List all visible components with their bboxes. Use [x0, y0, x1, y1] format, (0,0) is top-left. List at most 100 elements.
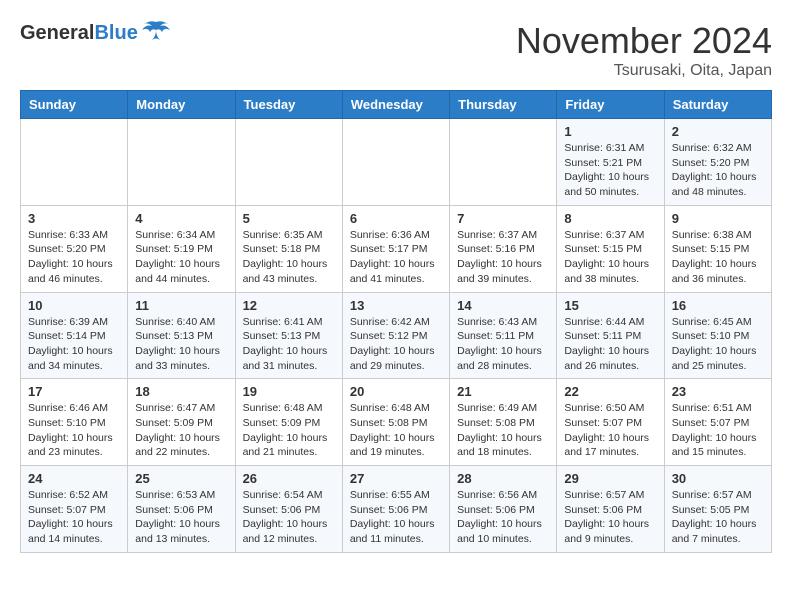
page-header: General Blue November 2024 Tsurusaki, Oi…	[20, 20, 772, 80]
day-number: 2	[672, 124, 764, 139]
weekday-header-saturday: Saturday	[664, 91, 771, 119]
calendar-cell: 29 Sunrise: 6:57 AM Sunset: 5:06 PM Dayli…	[557, 466, 664, 553]
day-info: Sunrise: 6:45 AM Sunset: 5:10 PM Dayligh…	[672, 315, 764, 374]
logo-bird-icon	[142, 20, 170, 47]
day-number: 29	[564, 471, 656, 486]
day-info: Sunrise: 6:43 AM Sunset: 5:11 PM Dayligh…	[457, 315, 549, 374]
day-number: 14	[457, 298, 549, 313]
calendar-week-row: 3Sunrise: 6:33 AM Sunset: 5:20 PM Daylig…	[21, 205, 772, 292]
day-info: Sunrise: 6:31 AM Sunset: 5:21 PM Dayligh…	[564, 141, 656, 200]
day-number: 30	[672, 471, 764, 486]
calendar-cell: 27 Sunrise: 6:55 AM Sunset: 5:06 PM Dayli…	[342, 466, 449, 553]
day-info: Sunrise: 6:34 AM Sunset: 5:19 PM Dayligh…	[135, 228, 227, 287]
calendar-week-row: 1 Sunrise: 6:31 AM Sunset: 5:21 PM Daylig…	[21, 119, 772, 206]
day-info: Sunrise: 6:51 AM Sunset: 5:07 PM Dayligh…	[672, 401, 764, 460]
day-info: Sunrise: 6:54 AM Sunset: 5:06 PM Dayligh…	[243, 488, 335, 547]
day-number: 21	[457, 384, 549, 399]
day-number: 11	[135, 298, 227, 313]
calendar-cell: 6Sunrise: 6:36 AM Sunset: 5:17 PM Daylig…	[342, 205, 449, 292]
day-number: 24	[28, 471, 120, 486]
calendar-cell: 9 Sunrise: 6:38 AM Sunset: 5:15 PM Daylig…	[664, 205, 771, 292]
day-info: Sunrise: 6:35 AM Sunset: 5:18 PM Dayligh…	[243, 228, 335, 287]
day-number: 23	[672, 384, 764, 399]
day-info: Sunrise: 6:33 AM Sunset: 5:20 PM Dayligh…	[28, 228, 120, 287]
day-number: 9	[672, 211, 764, 226]
day-info: Sunrise: 6:55 AM Sunset: 5:06 PM Dayligh…	[350, 488, 442, 547]
weekday-header-thursday: Thursday	[450, 91, 557, 119]
calendar-cell: 1 Sunrise: 6:31 AM Sunset: 5:21 PM Daylig…	[557, 119, 664, 206]
logo-general-text: General	[20, 22, 94, 45]
day-info: Sunrise: 6:46 AM Sunset: 5:10 PM Dayligh…	[28, 401, 120, 460]
calendar-cell: 20 Sunrise: 6:48 AM Sunset: 5:08 PM Dayli…	[342, 379, 449, 466]
calendar-cell: 11 Sunrise: 6:40 AM Sunset: 5:13 PM Dayli…	[128, 292, 235, 379]
day-info: Sunrise: 6:57 AM Sunset: 5:05 PM Dayligh…	[672, 488, 764, 547]
calendar-cell: 16Sunrise: 6:45 AM Sunset: 5:10 PM Dayli…	[664, 292, 771, 379]
day-info: Sunrise: 6:48 AM Sunset: 5:09 PM Dayligh…	[243, 401, 335, 460]
title-section: November 2024 Tsurusaki, Oita, Japan	[516, 20, 772, 80]
calendar-cell	[235, 119, 342, 206]
calendar-cell: 10 Sunrise: 6:39 AM Sunset: 5:14 PM Dayli…	[21, 292, 128, 379]
day-number: 22	[564, 384, 656, 399]
day-number: 26	[243, 471, 335, 486]
day-number: 12	[243, 298, 335, 313]
day-info: Sunrise: 6:38 AM Sunset: 5:15 PM Dayligh…	[672, 228, 764, 287]
calendar-cell: 15 Sunrise: 6:44 AM Sunset: 5:11 PM Dayli…	[557, 292, 664, 379]
day-info: Sunrise: 6:57 AM Sunset: 5:06 PM Dayligh…	[564, 488, 656, 547]
day-number: 25	[135, 471, 227, 486]
day-number: 6	[350, 211, 442, 226]
day-info: Sunrise: 6:39 AM Sunset: 5:14 PM Dayligh…	[28, 315, 120, 374]
day-info: Sunrise: 6:40 AM Sunset: 5:13 PM Dayligh…	[135, 315, 227, 374]
day-info: Sunrise: 6:37 AM Sunset: 5:16 PM Dayligh…	[457, 228, 549, 287]
calendar-cell: 19Sunrise: 6:48 AM Sunset: 5:09 PM Dayli…	[235, 379, 342, 466]
calendar-week-row: 17 Sunrise: 6:46 AM Sunset: 5:10 PM Dayli…	[21, 379, 772, 466]
calendar-cell	[342, 119, 449, 206]
calendar-cell: 26 Sunrise: 6:54 AM Sunset: 5:06 PM Dayli…	[235, 466, 342, 553]
day-number: 13	[350, 298, 442, 313]
calendar-cell: 3Sunrise: 6:33 AM Sunset: 5:20 PM Daylig…	[21, 205, 128, 292]
weekday-header-row: SundayMondayTuesdayWednesdayThursdayFrid…	[21, 91, 772, 119]
calendar-cell: 7 Sunrise: 6:37 AM Sunset: 5:16 PM Daylig…	[450, 205, 557, 292]
day-number: 28	[457, 471, 549, 486]
weekday-header-monday: Monday	[128, 91, 235, 119]
calendar-cell: 12 Sunrise: 6:41 AM Sunset: 5:13 PM Dayli…	[235, 292, 342, 379]
day-number: 18	[135, 384, 227, 399]
calendar-cell	[21, 119, 128, 206]
logo: General Blue	[20, 20, 170, 47]
calendar-cell: 5 Sunrise: 6:35 AM Sunset: 5:18 PM Daylig…	[235, 205, 342, 292]
day-number: 27	[350, 471, 442, 486]
day-number: 8	[564, 211, 656, 226]
month-title: November 2024	[516, 20, 772, 62]
day-number: 7	[457, 211, 549, 226]
weekday-header-sunday: Sunday	[21, 91, 128, 119]
calendar-cell: 28Sunrise: 6:56 AM Sunset: 5:06 PM Dayli…	[450, 466, 557, 553]
calendar-cell: 14 Sunrise: 6:43 AM Sunset: 5:11 PM Dayli…	[450, 292, 557, 379]
weekday-header-friday: Friday	[557, 91, 664, 119]
day-number: 5	[243, 211, 335, 226]
calendar-cell: 30 Sunrise: 6:57 AM Sunset: 5:05 PM Dayli…	[664, 466, 771, 553]
day-number: 17	[28, 384, 120, 399]
day-info: Sunrise: 6:41 AM Sunset: 5:13 PM Dayligh…	[243, 315, 335, 374]
day-info: Sunrise: 6:42 AM Sunset: 5:12 PM Dayligh…	[350, 315, 442, 374]
day-info: Sunrise: 6:48 AM Sunset: 5:08 PM Dayligh…	[350, 401, 442, 460]
weekday-header-tuesday: Tuesday	[235, 91, 342, 119]
day-number: 4	[135, 211, 227, 226]
calendar-cell: 2Sunrise: 6:32 AM Sunset: 5:20 PM Daylig…	[664, 119, 771, 206]
day-number: 15	[564, 298, 656, 313]
logo-blue-text: Blue	[94, 22, 137, 45]
calendar-cell: 25Sunrise: 6:53 AM Sunset: 5:06 PM Dayli…	[128, 466, 235, 553]
calendar-table: SundayMondayTuesdayWednesdayThursdayFrid…	[20, 90, 772, 553]
day-info: Sunrise: 6:44 AM Sunset: 5:11 PM Dayligh…	[564, 315, 656, 374]
calendar-cell: 24 Sunrise: 6:52 AM Sunset: 5:07 PM Dayli…	[21, 466, 128, 553]
calendar-cell: 8 Sunrise: 6:37 AM Sunset: 5:15 PM Daylig…	[557, 205, 664, 292]
day-info: Sunrise: 6:37 AM Sunset: 5:15 PM Dayligh…	[564, 228, 656, 287]
day-number: 10	[28, 298, 120, 313]
day-number: 1	[564, 124, 656, 139]
calendar-week-row: 10 Sunrise: 6:39 AM Sunset: 5:14 PM Dayli…	[21, 292, 772, 379]
calendar-cell	[450, 119, 557, 206]
calendar-cell	[128, 119, 235, 206]
day-number: 20	[350, 384, 442, 399]
day-info: Sunrise: 6:52 AM Sunset: 5:07 PM Dayligh…	[28, 488, 120, 547]
calendar-cell: 21Sunrise: 6:49 AM Sunset: 5:08 PM Dayli…	[450, 379, 557, 466]
calendar-week-row: 24 Sunrise: 6:52 AM Sunset: 5:07 PM Dayli…	[21, 466, 772, 553]
calendar-cell: 23 Sunrise: 6:51 AM Sunset: 5:07 PM Dayli…	[664, 379, 771, 466]
